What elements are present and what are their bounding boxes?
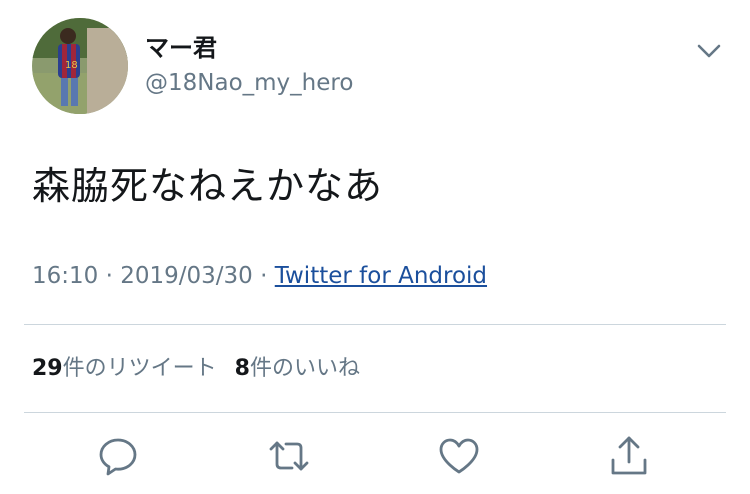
tweet-text: 森脇死なねえかなあ bbox=[32, 164, 384, 208]
user-handle[interactable]: @18Nao_my_hero bbox=[145, 68, 353, 98]
tweet-date: 2019/03/30 bbox=[120, 263, 253, 289]
tweet-meta: 16:10 · 2019/03/30 · Twitter for Android bbox=[32, 259, 487, 293]
retweets-count: 29 bbox=[32, 356, 63, 381]
svg-text:18: 18 bbox=[65, 60, 78, 71]
retweet-icon bbox=[269, 441, 309, 471]
likes-label: 件のいいね bbox=[249, 356, 360, 381]
avatar[interactable]: 18 bbox=[32, 18, 128, 114]
chevron-down-icon[interactable] bbox=[696, 42, 722, 60]
reply-button[interactable] bbox=[96, 434, 140, 478]
tweet-source-link[interactable]: Twitter for Android bbox=[275, 263, 487, 289]
divider bbox=[24, 412, 726, 413]
share-icon bbox=[611, 436, 647, 475]
share-button[interactable] bbox=[607, 434, 651, 478]
like-button[interactable] bbox=[437, 434, 481, 478]
tweet-time: 16:10 bbox=[32, 263, 99, 289]
reply-icon bbox=[99, 438, 137, 476]
meta-separator: · bbox=[105, 263, 113, 289]
heart-icon bbox=[439, 438, 479, 474]
display-name[interactable]: マー君 bbox=[145, 33, 217, 63]
likes-stat[interactable]: 8件のいいね bbox=[235, 356, 360, 381]
tweet-stats: 29件のリツイート 8件のいいね bbox=[32, 352, 360, 386]
likes-count: 8 bbox=[234, 356, 250, 381]
divider bbox=[24, 324, 726, 325]
retweets-label: 件のリツイート bbox=[62, 356, 217, 381]
retweets-stat[interactable]: 29件のリツイート bbox=[32, 356, 217, 381]
retweet-button[interactable] bbox=[267, 434, 311, 478]
meta-separator: · bbox=[260, 263, 268, 289]
